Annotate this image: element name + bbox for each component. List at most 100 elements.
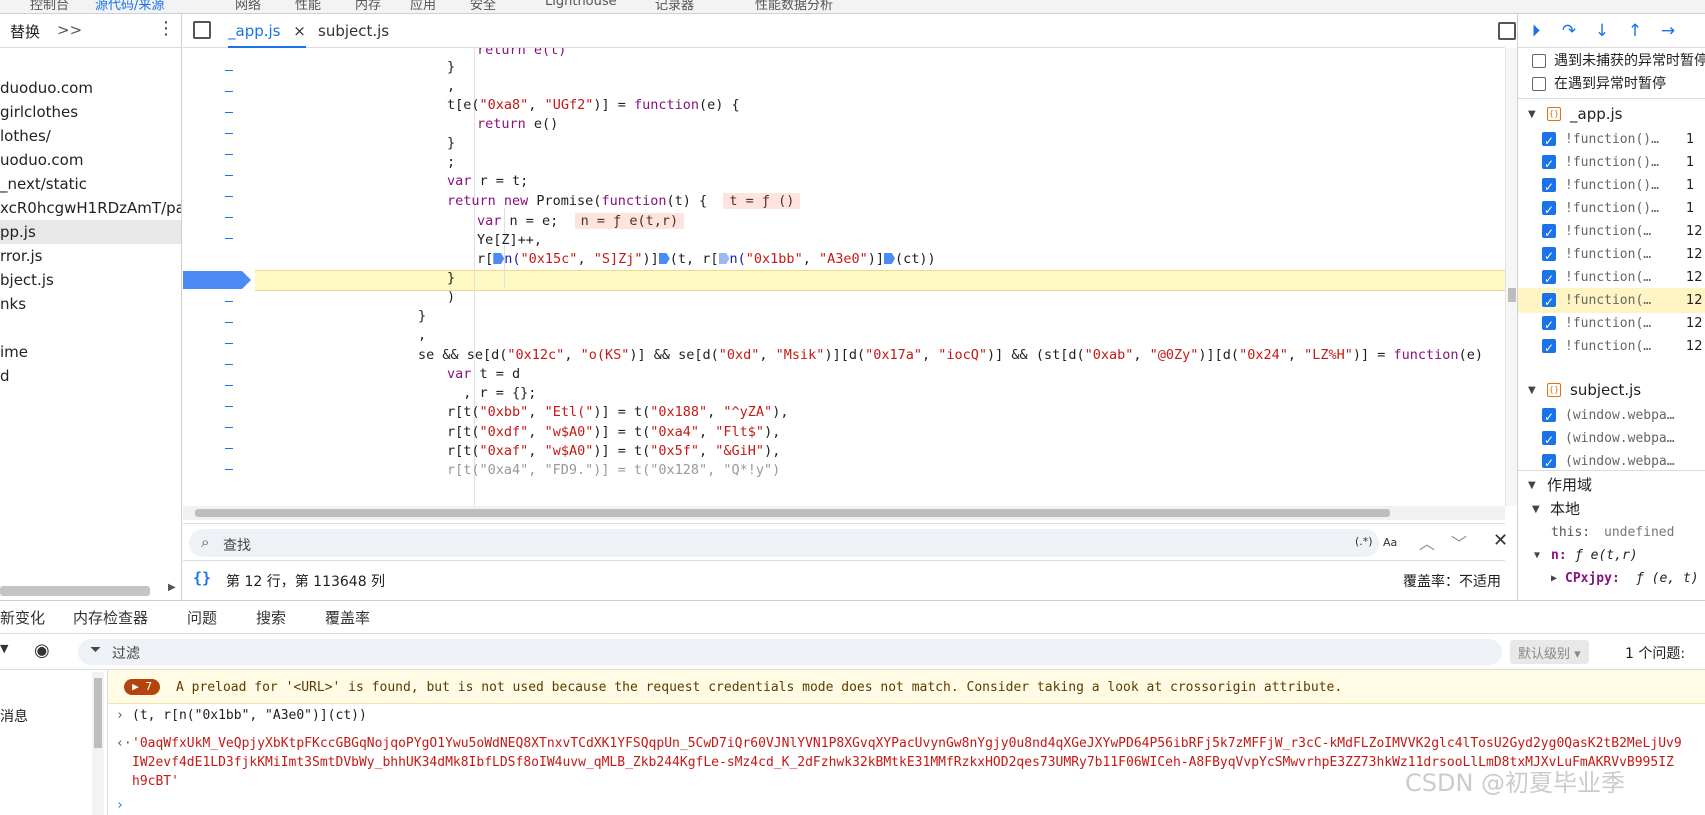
breakpoint-item[interactable]: !function()… 1 <box>1518 173 1705 198</box>
toggle-navigator-icon[interactable] <box>193 21 211 39</box>
top-tab-application[interactable]: 应用 <box>410 0 436 13</box>
breakpoint-marker[interactable] <box>183 271 242 289</box>
console-side-scrollbar[interactable] <box>92 672 104 815</box>
console-warning-row[interactable]: ▶ 7 A preload for '<URL>' is found, but … <box>108 670 1705 704</box>
navigator-scrollbar[interactable] <box>0 586 150 596</box>
tab-coverage[interactable]: 覆盖率 <box>325 601 370 635</box>
step-over-icon[interactable]: ↷ <box>1558 20 1580 42</box>
breakpoint-item[interactable]: !function(… 12 <box>1518 242 1705 267</box>
pause-caught-checkbox[interactable] <box>1532 77 1546 91</box>
breakpoint-checkbox[interactable] <box>1542 152 1556 175</box>
breakpoint-item[interactable]: !function()… 1 <box>1518 196 1705 221</box>
pretty-print-icon[interactable]: {} <box>193 569 211 587</box>
inline-breakpoint-icon[interactable] <box>718 253 730 264</box>
regex-toggle[interactable]: (.*) <box>1355 535 1373 548</box>
tree-item[interactable]: uoduo.com <box>0 148 181 172</box>
breakpoint-checkbox[interactable] <box>1542 313 1556 336</box>
breakpoint-item[interactable]: !function(… 12 <box>1518 311 1705 336</box>
tab-app-js[interactable]: _app.js × <box>228 14 306 48</box>
tree-item-selected[interactable]: pp.js <box>0 220 181 244</box>
close-icon[interactable]: ✕ <box>1493 530 1508 551</box>
tree-item[interactable]: bject.js <box>0 268 181 292</box>
inline-breakpoint-icon[interactable] <box>493 253 505 264</box>
pause-uncaught-option[interactable]: 遇到未捕获的异常时暂停 <box>1518 49 1705 74</box>
warning-count-badge[interactable]: ▶ 7 <box>124 679 160 695</box>
scroll-right-icon[interactable]: ▶ <box>168 582 176 593</box>
tab-search[interactable]: 搜索 <box>256 601 286 635</box>
breakpoint-checkbox[interactable] <box>1542 405 1556 428</box>
breakpoint-checkbox[interactable] <box>1542 267 1556 290</box>
local-scope-header[interactable]: ▼ 本地 <box>1518 497 1705 522</box>
breakpoint-checkbox[interactable] <box>1542 290 1556 313</box>
top-tab-memory[interactable]: 内存 <box>355 0 381 13</box>
breakpoint-item[interactable]: (window.webpa… <box>1518 426 1705 451</box>
scope-var-this[interactable]: this: undefined <box>1518 520 1705 545</box>
tree-item[interactable]: rror.js <box>0 244 181 268</box>
collapse-icon[interactable]: ▼ <box>1528 102 1536 127</box>
breakpoint-item[interactable]: !function()… 1 <box>1518 127 1705 152</box>
eye-icon[interactable]: ◉ <box>34 640 50 661</box>
breakpoint-item[interactable]: !function()… 1 <box>1518 150 1705 175</box>
editor-horizontal-scrollbar[interactable] <box>183 506 1505 520</box>
chevron-down-icon[interactable]: ﹀ <box>1451 530 1467 554</box>
console-prompt-icon[interactable]: › <box>116 796 124 815</box>
toggle-debugger-icon[interactable] <box>1498 22 1516 40</box>
breakpoint-item[interactable]: !function(… 12 <box>1518 288 1705 313</box>
tab-subject-js[interactable]: subject.js <box>318 14 389 48</box>
chevron-up-icon[interactable]: ︿ <box>1419 530 1435 554</box>
find-input[interactable]: ⌕ 查找 (.*) <box>189 529 1379 557</box>
breakpoint-checkbox[interactable] <box>1542 129 1556 152</box>
top-tab-lighthouse[interactable]: Lighthouse <box>545 0 617 9</box>
log-level-select[interactable]: 默认级别 ▾ <box>1510 640 1589 664</box>
step-out-icon[interactable]: ↑ <box>1624 20 1646 42</box>
tree-item[interactable]: girlclothes <box>0 100 181 124</box>
scope-var-cpxjpy[interactable]: ▶ CPxjpy: ƒ (e, t) <box>1518 566 1705 591</box>
collapse-icon[interactable]: ▼ <box>1534 543 1540 568</box>
collapse-icon[interactable]: ▼ <box>1528 473 1536 498</box>
step-into-icon[interactable]: ↓ <box>1591 20 1613 42</box>
issues-count[interactable]: 1 个问题: <box>1625 643 1685 663</box>
inline-breakpoint-icon[interactable] <box>658 253 670 264</box>
replace-tab[interactable]: 替换 <box>10 21 40 42</box>
step-icon[interactable]: → <box>1657 20 1679 42</box>
top-tab-recorder[interactable]: 记录器 <box>655 0 694 13</box>
breakpoint-file-subject-js[interactable]: ▼ {} subject.js <box>1518 378 1705 403</box>
breakpoint-checkbox[interactable] <box>1542 244 1556 267</box>
breakpoint-checkbox[interactable] <box>1542 428 1556 451</box>
breakpoint-checkbox[interactable] <box>1542 336 1556 359</box>
top-tab-sources[interactable]: 源代码/来源 <box>95 0 164 13</box>
breakpoint-checkbox[interactable] <box>1542 198 1556 221</box>
tree-item[interactable] <box>0 316 181 340</box>
scroll-thumb[interactable] <box>195 509 1390 517</box>
collapse-icon[interactable]: ▼ <box>1532 497 1540 522</box>
breakpoint-checkbox[interactable] <box>1542 175 1556 198</box>
tree-item[interactable]: xcR0hcgwH1RDzAmT/pag <box>0 196 181 220</box>
breakpoint-item[interactable]: !function(… 12 <box>1518 334 1705 359</box>
top-tab-network[interactable]: 网络 <box>235 0 261 13</box>
close-icon[interactable]: × <box>293 22 306 40</box>
editor-vertical-scrollbar[interactable] <box>1505 48 1517 506</box>
more-tabs-icon[interactable]: >> <box>57 21 82 39</box>
pause-caught-option[interactable]: 在遇到异常时暂停 <box>1518 72 1705 97</box>
breakpoint-item[interactable]: !function(… 12 <box>1518 265 1705 290</box>
case-toggle[interactable]: Aa <box>1383 536 1397 549</box>
top-tab-performance[interactable]: 性能 <box>295 0 321 13</box>
scope-var-n[interactable]: ▼ n: ƒ e(t,r) <box>1518 543 1705 568</box>
tree-item[interactable]: lothes/ <box>0 124 181 148</box>
scope-section-header[interactable]: ▼ 作用域 <box>1518 473 1705 498</box>
tree-item[interactable]: ime <box>0 340 181 364</box>
sidebar-dropdown-icon[interactable]: ▼ <box>0 642 8 655</box>
scroll-thumb[interactable] <box>94 678 102 748</box>
breakpoint-item[interactable]: !function(… 12 <box>1518 219 1705 244</box>
tree-item[interactable]: nks <box>0 292 181 316</box>
tree-item[interactable]: d <box>0 364 181 388</box>
expand-icon[interactable]: ▶ <box>1551 566 1557 591</box>
breakpoint-item[interactable]: (window.webpa… <box>1518 449 1705 474</box>
pause-uncaught-checkbox[interactable] <box>1532 54 1546 68</box>
top-tab-console[interactable]: 控制台 <box>30 0 69 13</box>
tree-item[interactable]: _next/static <box>0 172 181 196</box>
collapse-icon[interactable]: ▼ <box>1528 378 1536 403</box>
inline-breakpoint-icon[interactable] <box>884 253 896 264</box>
tab-memory-inspector[interactable]: 内存检查器 <box>73 601 148 635</box>
resume-icon[interactable]: ⏵ <box>1525 20 1547 42</box>
